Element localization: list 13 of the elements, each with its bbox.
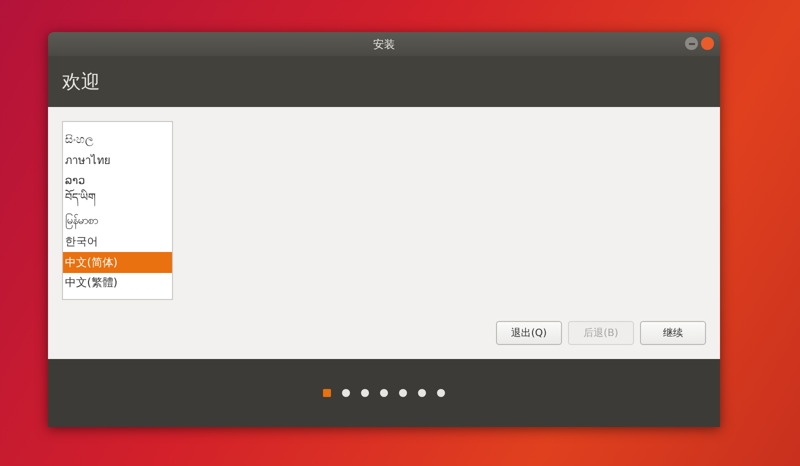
language-item[interactable]: 한국어: [63, 232, 172, 252]
language-item[interactable]: සිංහල: [63, 129, 172, 150]
close-icon[interactable]: [701, 37, 714, 50]
dialog-button[interactable]: 继续: [640, 321, 706, 345]
language-item[interactable]: ภาษาไทย: [63, 150, 172, 170]
dialog-button[interactable]: 退出(Q): [496, 321, 562, 345]
minimize-icon[interactable]: [685, 37, 698, 50]
language-item[interactable]: 中文(繁體): [63, 272, 172, 293]
page-title: 欢迎: [62, 70, 100, 94]
window-title: 安装: [373, 36, 395, 52]
language-item[interactable]: မြန်မာစာ: [63, 211, 172, 232]
language-item[interactable]: བོད་ཡིག: [63, 190, 172, 211]
language-item[interactable]: ລາວ: [63, 170, 172, 190]
